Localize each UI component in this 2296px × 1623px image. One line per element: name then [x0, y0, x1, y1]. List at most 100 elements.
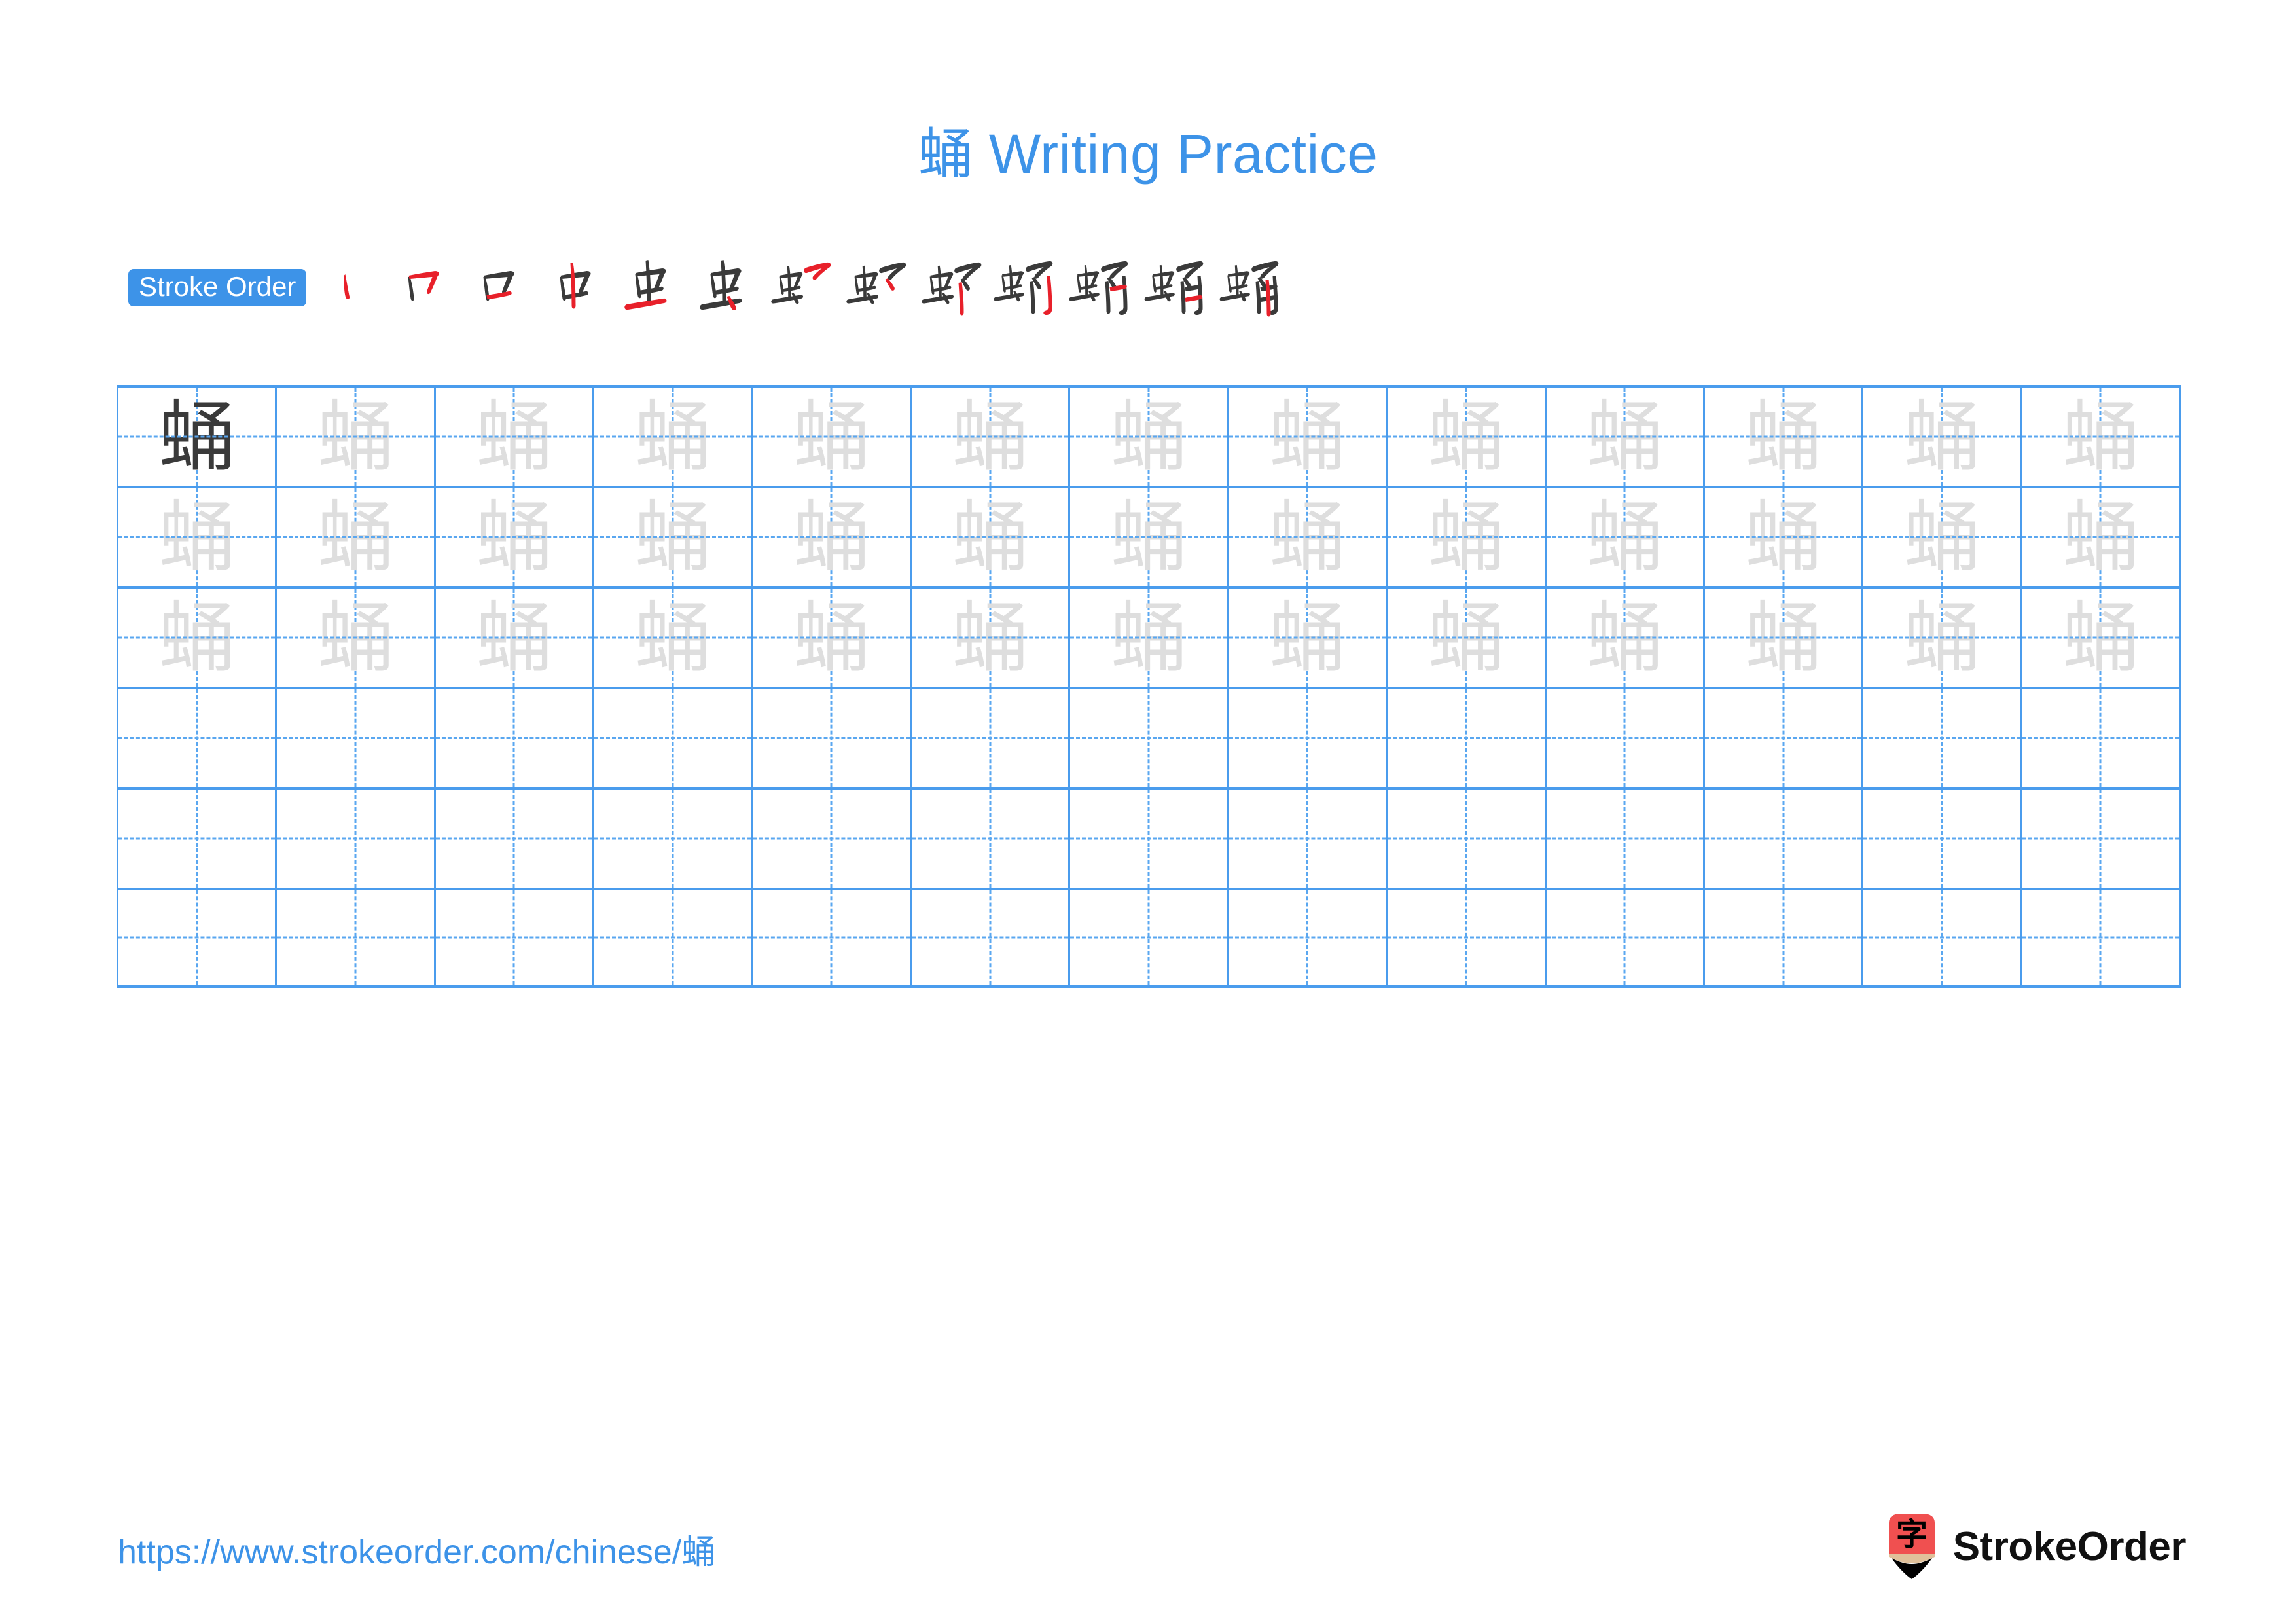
grid-cell[interactable]: 蛹: [436, 488, 595, 586]
grid-cell[interactable]: [1229, 790, 1388, 888]
grid-cell[interactable]: 蛹: [753, 589, 912, 687]
blank-cell: [277, 689, 433, 788]
grid-cell[interactable]: [277, 890, 436, 985]
trace-character: 蛹: [158, 592, 236, 683]
grid-cell[interactable]: [277, 689, 436, 788]
grid-cell[interactable]: 蛹: [1070, 388, 1229, 486]
stroke-step-8: [838, 255, 914, 320]
grid-cell[interactable]: [436, 689, 595, 787]
grid-cell[interactable]: 蛹: [2022, 589, 2179, 687]
grid-cell[interactable]: 蛹: [2022, 388, 2179, 486]
grid-cell[interactable]: [912, 890, 1071, 985]
grid-cell[interactable]: 蛹: [753, 388, 912, 486]
trace-character: 蛹: [1110, 492, 1188, 583]
grid-cell[interactable]: [118, 890, 278, 986]
grid-cell[interactable]: 蛹: [2022, 488, 2179, 587]
grid-cell[interactable]: 蛹: [1388, 488, 1547, 586]
grid-cell[interactable]: [753, 790, 912, 888]
grid-cell[interactable]: 蛹: [436, 388, 595, 486]
trace-character: 蛹: [1586, 492, 1664, 583]
grid-cell[interactable]: [1705, 890, 1864, 985]
grid-cell[interactable]: [753, 689, 912, 787]
grid-cell[interactable]: 蛹: [594, 388, 753, 486]
blank-cell: [1229, 689, 1386, 788]
grid-cell[interactable]: 蛹: [1705, 388, 1864, 486]
grid-cell[interactable]: [1547, 689, 1705, 787]
grid-cell[interactable]: 蛹: [594, 589, 753, 687]
grid-cell[interactable]: [1863, 689, 2022, 787]
grid-cell[interactable]: 蛹: [912, 589, 1071, 687]
grid-cell[interactable]: [436, 890, 595, 985]
grid-cell[interactable]: [118, 790, 278, 888]
grid-cell[interactable]: 蛹: [1705, 589, 1864, 687]
grid-cell[interactable]: [1070, 689, 1229, 787]
stroke-step-13: [1215, 255, 1290, 320]
grid-cell[interactable]: 蛹: [1070, 589, 1229, 687]
grid-cell[interactable]: 蛹: [1863, 388, 2022, 486]
grid-cell[interactable]: 蛹: [1229, 388, 1388, 486]
trace-character: 蛹: [317, 391, 395, 482]
grid-cell[interactable]: 蛹: [594, 488, 753, 586]
grid-cell[interactable]: [594, 689, 753, 788]
grid-cell[interactable]: [1229, 890, 1388, 985]
grid-cell[interactable]: 蛹: [118, 388, 278, 486]
footer-url[interactable]: https://www.strokeorder.com/chinese/蛹: [118, 1524, 715, 1573]
grid-cell[interactable]: 蛹: [1547, 589, 1705, 687]
grid-cell[interactable]: 蛹: [1388, 388, 1547, 486]
grid-cell[interactable]: 蛹: [1705, 488, 1864, 586]
brand-name: StrokeOrder: [1952, 1523, 2187, 1569]
trace-character: 蛹: [793, 391, 870, 482]
grid-cell[interactable]: 蛹: [277, 388, 436, 486]
grid-cell[interactable]: 蛹: [277, 589, 436, 687]
grid-cell[interactable]: [1705, 689, 1864, 787]
blank-cell: [1863, 790, 2020, 888]
grid-cell[interactable]: [118, 689, 278, 787]
grid-cell[interactable]: 蛹: [118, 589, 278, 687]
blank-cell: [753, 890, 910, 986]
grid-cell[interactable]: 蛹: [436, 589, 595, 687]
grid-cell[interactable]: [1863, 890, 2022, 985]
grid-cell[interactable]: [1229, 689, 1388, 788]
grid-cell[interactable]: [594, 890, 753, 985]
grid-cell[interactable]: [1070, 790, 1229, 888]
grid-cell[interactable]: 蛹: [118, 488, 278, 586]
grid-cell[interactable]: 蛹: [1229, 589, 1388, 687]
grid-cell[interactable]: 蛹: [753, 488, 912, 586]
page-title-character: 蛹: [918, 122, 974, 186]
trace-character: 蛹: [158, 492, 236, 583]
blank-cell: [594, 689, 751, 788]
grid-cell[interactable]: [753, 890, 912, 986]
grid-cell[interactable]: [1547, 890, 1705, 985]
grid-cell[interactable]: [1070, 890, 1229, 985]
blank-cell: [118, 890, 275, 986]
grid-cell[interactable]: [436, 790, 595, 888]
grid-cell[interactable]: 蛹: [277, 488, 436, 586]
grid-cell[interactable]: 蛹: [1863, 488, 2022, 586]
brand-logo-group[interactable]: 字 StrokeOrder: [1885, 1512, 2187, 1580]
grid-cell[interactable]: [1547, 790, 1705, 888]
grid-cell[interactable]: 蛹: [1070, 488, 1229, 586]
grid-cell[interactable]: 蛹: [912, 488, 1071, 586]
grid-cell[interactable]: 蛹: [1547, 388, 1705, 486]
grid-cell[interactable]: [2022, 890, 2179, 986]
grid-cell[interactable]: 蛹: [912, 388, 1071, 486]
grid-cell[interactable]: 蛹: [1229, 488, 1388, 586]
grid-cell[interactable]: [277, 790, 436, 888]
grid-cell[interactable]: [2022, 790, 2179, 888]
trace-character: 蛹: [1427, 592, 1505, 683]
grid-cell[interactable]: [594, 790, 753, 888]
grid-cell[interactable]: [2022, 689, 2179, 788]
grid-cell[interactable]: [1388, 890, 1547, 985]
grid-cell[interactable]: [1863, 790, 2022, 888]
grid-cell[interactable]: 蛹: [1863, 589, 2022, 687]
pencil-logo-icon: 字: [1888, 1514, 1935, 1579]
trace-character: 蛹: [317, 592, 395, 683]
grid-cell[interactable]: [912, 689, 1071, 787]
grid-cell[interactable]: [1388, 790, 1547, 888]
grid-cell[interactable]: 蛹: [1388, 589, 1547, 687]
grid-cell[interactable]: 蛹: [1547, 488, 1705, 586]
grid-cell[interactable]: [912, 790, 1071, 888]
grid-cell[interactable]: [1388, 689, 1547, 787]
grid-row-3: 蛹 蛹 蛹 蛹 蛹 蛹 蛹 蛹 蛹 蛹 蛹 蛹 蛹: [117, 586, 2181, 687]
grid-cell[interactable]: [1705, 790, 1864, 888]
